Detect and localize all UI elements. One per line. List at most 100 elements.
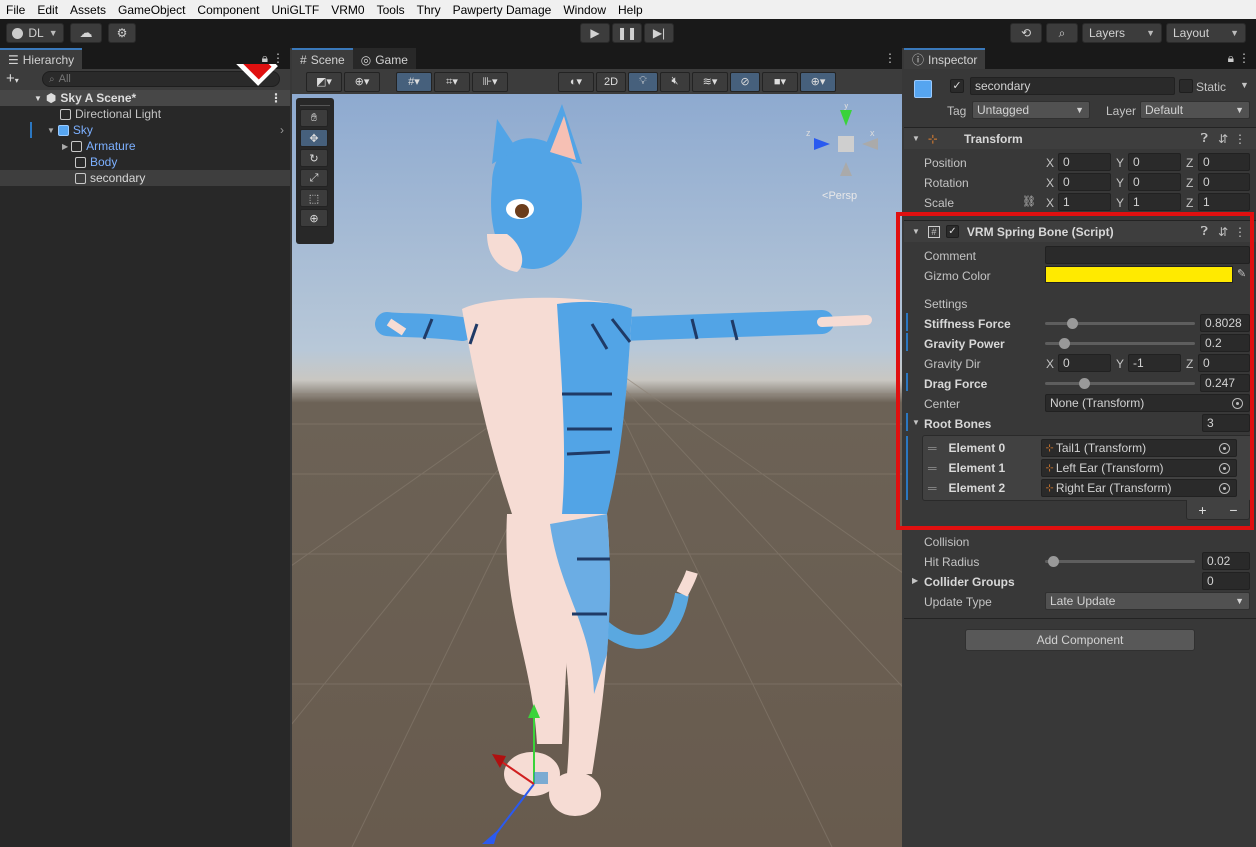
kebab-menu-icon[interactable]: ⋮	[884, 51, 896, 65]
projection-label[interactable]: <Persp	[822, 190, 857, 202]
add-component-button[interactable]: Add Component	[965, 629, 1195, 651]
move-tool-button[interactable]: ✥	[300, 129, 328, 147]
rotation-z-input[interactable]: 0	[1198, 173, 1250, 191]
static-checkbox[interactable]	[1179, 79, 1193, 93]
lock-icon[interactable]: 🔒︎	[1228, 51, 1234, 66]
visibility-toggle[interactable]: ⊘	[730, 71, 760, 92]
z-axis-label[interactable]: Z	[1186, 156, 1193, 170]
x-axis-label[interactable]: X	[1046, 196, 1054, 210]
settings-sliders-icon[interactable]: ⇵	[1218, 132, 1228, 146]
grid-snap-toggle[interactable]: #▾	[396, 71, 432, 92]
layout-dropdown[interactable]: Layout ▼	[1166, 23, 1246, 43]
audio-toggle[interactable]: 🔇︎	[660, 71, 690, 92]
kebab-menu-icon[interactable]: ⋮	[272, 51, 284, 65]
slider-knob[interactable]	[1047, 556, 1059, 567]
scale-z-input[interactable]: 1	[1198, 193, 1250, 211]
chevron-down-icon[interactable]: ▼	[1240, 80, 1249, 90]
y-axis-label[interactable]: Y	[1116, 156, 1124, 170]
scale-y-input[interactable]: 1	[1128, 193, 1181, 211]
cloud-button[interactable]: ☁	[70, 23, 102, 43]
object-name-input[interactable]: secondary	[970, 77, 1175, 95]
layers-dropdown[interactable]: Layers ▼	[1082, 23, 1162, 43]
x-axis-label[interactable]: X	[1046, 176, 1054, 190]
menu-tools[interactable]: Tools	[371, 3, 411, 17]
shading-dropdown[interactable]: ◐▾	[558, 71, 594, 92]
grid-icon: #	[300, 52, 307, 67]
hit-radius-input[interactable]: 0.02	[1202, 552, 1250, 570]
z-axis-label[interactable]: Z	[1186, 176, 1193, 190]
collider-groups-count-input[interactable]: 0	[1202, 572, 1250, 590]
expand-arrow-icon[interactable]: ▶	[912, 576, 918, 585]
tab-hierarchy[interactable]: ☰ Hierarchy	[0, 48, 83, 69]
search-placeholder: All	[58, 73, 71, 85]
add-icon[interactable]: +▾	[6, 70, 19, 87]
2d-toggle[interactable]: 2D	[596, 71, 626, 92]
x-axis-label[interactable]: X	[1046, 156, 1054, 170]
menu-help[interactable]: Help	[612, 3, 649, 17]
scale-x-input[interactable]: 1	[1058, 193, 1111, 211]
collab-button[interactable]: ⚙	[108, 23, 136, 43]
tab-scene[interactable]: # Scene	[292, 48, 353, 69]
layer-dropdown[interactable]: Default ▼	[1140, 101, 1250, 119]
unity-scene-icon: ⬢	[45, 91, 57, 105]
update-type-dropdown[interactable]: Late Update ▼	[1045, 592, 1250, 610]
rotate-tool-button[interactable]: ↻	[300, 149, 328, 167]
draw-mode-dropdown[interactable]: ◩▾	[306, 71, 342, 92]
account-dropdown[interactable]: DL ▼	[6, 23, 64, 43]
checkbox-active[interactable]: ✓	[950, 79, 964, 93]
rotation-y-input[interactable]: 0	[1128, 173, 1181, 191]
tag-dropdown[interactable]: Untagged ▼	[972, 101, 1090, 119]
help-icon[interactable]: ❓︎	[1201, 131, 1208, 146]
pause-button[interactable]: ❚❚	[612, 23, 642, 43]
menu-file[interactable]: File	[0, 3, 31, 17]
step-button[interactable]: ▶|	[644, 23, 674, 43]
grid-snap-icon: #▾	[408, 76, 420, 88]
menu-thry[interactable]: Thry	[411, 3, 447, 17]
position-x-input[interactable]: 0	[1058, 153, 1111, 171]
position-y-input[interactable]: 0	[1128, 153, 1181, 171]
globe-icon: ⊕▾	[354, 76, 370, 88]
play-button[interactable]: ▶	[580, 23, 610, 43]
menu-assets[interactable]: Assets	[64, 3, 112, 17]
menu-pawperty-damage[interactable]: Pawperty Damage	[447, 3, 558, 17]
menu-gameobject[interactable]: GameObject	[112, 3, 191, 17]
tab-inspector[interactable]: ⓘ Inspector	[904, 48, 986, 69]
effects-dropdown[interactable]: ≋▾	[692, 71, 728, 92]
y-axis-label[interactable]: Y	[1116, 176, 1124, 190]
y-axis-label[interactable]: Y	[1116, 196, 1124, 210]
kebab-menu-icon[interactable]: ⋮	[1238, 51, 1250, 65]
transform-tool-button[interactable]: ⊕	[300, 209, 328, 227]
camera-icon: ■▾	[773, 76, 787, 88]
hit-radius-slider[interactable]	[1045, 556, 1195, 567]
item-label: Body	[90, 155, 118, 169]
scale-tool-button[interactable]: ⤢	[300, 169, 328, 187]
tab-inspector-label: Inspector	[928, 52, 978, 67]
scene-viewport[interactable]: y z x <Persp ✋︎ ✥ ↻ ⤢ ⬚ ⊕	[292, 94, 902, 847]
camera-dropdown[interactable]: ■▾	[762, 71, 798, 92]
search-button[interactable]: ⌕	[1046, 23, 1078, 43]
menu-unigltf[interactable]: UniGLTF	[265, 3, 325, 17]
history-button[interactable]: ⟲	[1010, 23, 1042, 43]
snap-increment-dropdown[interactable]: ⌗▾	[434, 71, 470, 92]
kebab-menu-icon[interactable]: ⋮	[1234, 132, 1246, 146]
menu-window[interactable]: Window	[557, 3, 612, 17]
rect-tool-button[interactable]: ⬚	[300, 189, 328, 207]
lighting-toggle[interactable]: 💡︎	[628, 71, 658, 92]
menu-vrm0[interactable]: VRM0	[325, 3, 370, 17]
transform-header[interactable]: ▼ ⊹ Transform ❓︎ ⇵ ⋮	[904, 127, 1256, 149]
menu-component[interactable]: Component	[191, 3, 265, 17]
z-axis-label[interactable]: Z	[1186, 196, 1193, 210]
global-toggle[interactable]: ⊕▾	[344, 71, 380, 92]
tab-game[interactable]: ◎ Game	[352, 48, 416, 69]
ruler-dropdown[interactable]: ⊪▾	[472, 71, 508, 92]
field-value: 0	[1203, 175, 1210, 189]
link-icon[interactable]: ⛓︎	[1022, 195, 1036, 208]
orientation-gizmo[interactable]: y z x	[804, 104, 884, 194]
svg-text:z: z	[806, 128, 811, 138]
gizmos-dropdown[interactable]: ⊕▾	[800, 71, 836, 92]
rotation-x-input[interactable]: 0	[1058, 173, 1111, 191]
position-z-input[interactable]: 0	[1198, 153, 1250, 171]
hand-tool-button[interactable]: ✋︎	[300, 109, 328, 127]
menu-edit[interactable]: Edit	[31, 3, 64, 17]
gizmos-icon: ⊕▾	[810, 76, 826, 88]
